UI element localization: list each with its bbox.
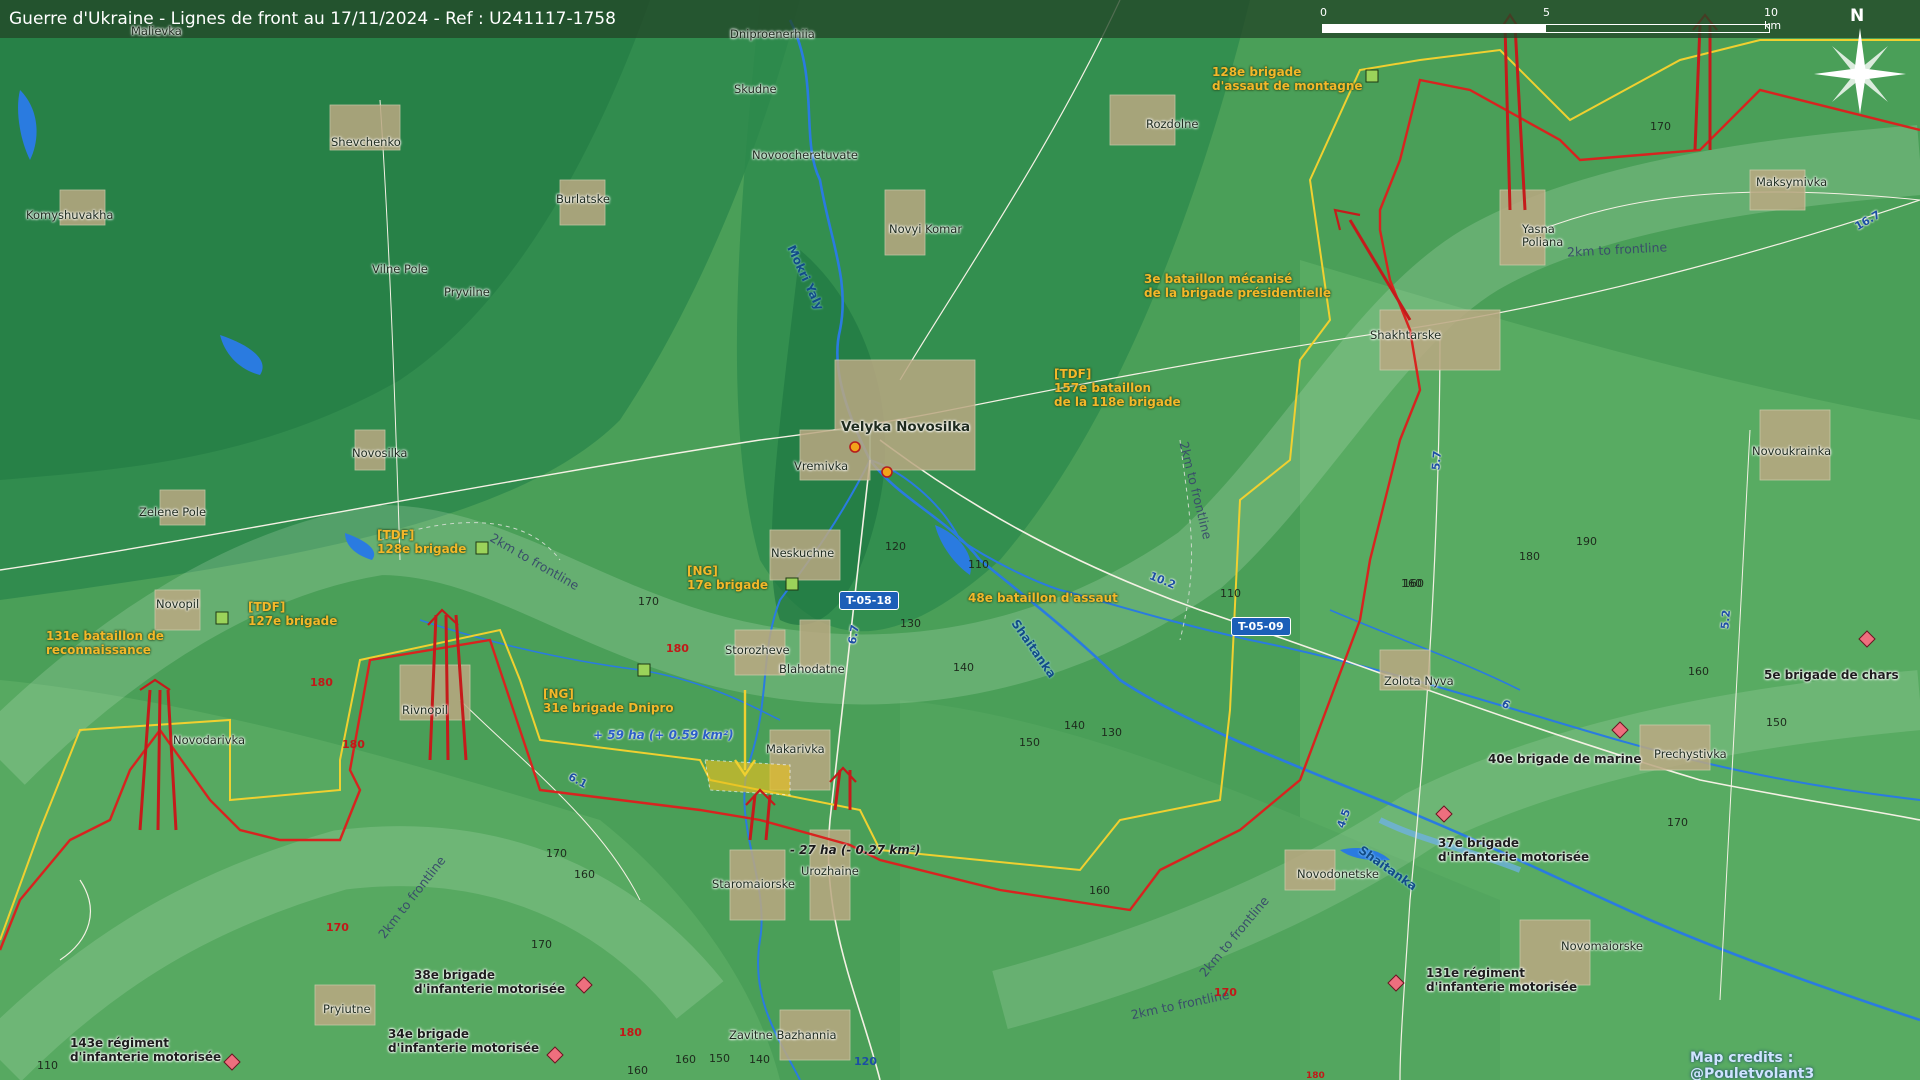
alt-label-red: 180 [619, 1026, 642, 1039]
alt-label: 160 [675, 1053, 696, 1066]
town-rivnopil: Rivnopil [402, 703, 449, 717]
unit-17e-brigade-ng[interactable]: [NG] 17e brigade [687, 564, 768, 592]
road-shield-t0509: T-05-09 [1231, 617, 1291, 636]
town-novopil: Novopil [156, 597, 200, 611]
unit-3e-bataillon-mecanise[interactable]: 3e bataillon mécanisé de la brigade prés… [1144, 272, 1331, 300]
town-zelene-pole: Zelene Pole [139, 505, 207, 519]
alt-label: 150 [1019, 736, 1040, 749]
alt-label: 110 [37, 1059, 58, 1072]
town-neskuchne: Neskuchne [771, 546, 835, 560]
town-vilne-pole: Vilne Pole [372, 262, 428, 276]
unit-128-assaut-montagne[interactable]: 128e brigade d'assaut de montagne [1212, 65, 1363, 93]
town-novomaiorske: Novomaiorske [1561, 939, 1644, 953]
town-shakhtarske: Shakhtarske [1370, 328, 1442, 342]
unit-5e-brigade-chars[interactable]: 5e brigade de chars [1764, 668, 1899, 682]
alt-label: 170 [1667, 816, 1688, 829]
town-zolota-nyva: Zolota Nyva [1384, 674, 1454, 688]
alt-label: 180 [1519, 550, 1540, 563]
alt-label: 120 [885, 540, 906, 553]
loss-label: - 27 ha (- 0.27 km²) [790, 843, 921, 857]
town-yasna-poliana: Yasna Poliana [1522, 222, 1564, 249]
town-dniproenerhiia: Dniproenerhiia [730, 27, 815, 41]
alt-label-red: 180 [342, 738, 365, 751]
town-velyka-novosilka[interactable]: Velyka Novosilka [841, 419, 970, 435]
alt-label: 140 [953, 661, 974, 674]
town-urozhaine: Urozhaine [801, 864, 859, 878]
town-rozdolne: Rozdolne [1146, 117, 1199, 131]
unit-127e-brigade-tdf[interactable]: [TDF] 127e brigade [248, 600, 337, 628]
alt-label: 110 [968, 558, 989, 571]
road-5-2: 5.2 [1718, 609, 1734, 630]
town-zavitne-bazhannia: Zavitne Bazhannia [729, 1028, 837, 1042]
town-novoukrainka: Novoukrainka [1752, 444, 1832, 458]
scale-tick-0: 0 [1320, 6, 1327, 19]
unit-37e-brigade[interactable]: 37e brigade d'infanterie motorisée [1438, 836, 1589, 864]
unit-40e-brigade-marine[interactable]: 40e brigade de marine [1488, 752, 1641, 766]
alt-label: 170 [546, 847, 567, 860]
alt-label: 140 [749, 1053, 770, 1066]
unit-128e-brigade-tdf[interactable]: [TDF] 128e brigade [377, 528, 466, 556]
road-shield-t0518: T-05-18 [839, 591, 899, 610]
alt-label: 150 [1766, 716, 1787, 729]
unit-34e-brigade[interactable]: 34e brigade d'infanterie motorisée [388, 1027, 539, 1055]
unit-48e-bataillon-assaut[interactable]: 48e bataillon d'assaut [968, 591, 1118, 605]
town-novosilka: Novosilka [352, 446, 408, 460]
town-staromaiorske: Staromaiorske [712, 877, 795, 891]
town-malievka: Malievka [131, 24, 182, 38]
unit-157e-bataillon[interactable]: [TDF] 157e bataillon de la 118e brigade [1054, 367, 1181, 409]
compass-rose: N [1810, 6, 1910, 116]
unit-31e-brigade-dnipro[interactable]: [NG] 31e brigade Dnipro [543, 687, 674, 715]
town-prechystivka: Prechystivka [1654, 747, 1727, 761]
town-makarivka: Makarivka [766, 742, 825, 756]
alt-label: 130 [900, 617, 921, 630]
scale-tick-5: 5 [1543, 6, 1550, 19]
alt-label: 160 [574, 868, 595, 881]
town-storozheve: Storozheve [725, 643, 790, 657]
alt-label: 120 [854, 1055, 877, 1068]
alt-label: 110 [1220, 587, 1241, 600]
alt-label: 140 [1064, 719, 1085, 732]
map-canvas[interactable]: Guerre d'Ukraine - Lignes de front au 17… [0, 0, 1920, 1080]
scale-bar: 0 5 10 km [1320, 6, 1781, 36]
town-maksymivka: Maksymivka [1756, 175, 1828, 189]
alt-label: 160 [627, 1064, 648, 1077]
alt-label: 130 [1101, 726, 1122, 739]
alt-label: 170 [531, 938, 552, 951]
alt-label: 160 [1401, 577, 1422, 590]
unit-131e-bataillon-reconnaissance[interactable]: 131e bataillon de reconnaissance [46, 629, 164, 657]
alt-label: 150 [709, 1052, 730, 1065]
alt-label-red: 180 [310, 676, 333, 689]
alt-label: 160 [1688, 665, 1709, 678]
town-pryvilne: Pryvilne [444, 285, 490, 299]
town-novoocheretuvate: Novoocheretuvate [752, 148, 858, 162]
unit-38e-brigade[interactable]: 38e brigade d'infanterie motorisée [414, 968, 565, 996]
town-blahodatne: Blahodatne [779, 662, 845, 676]
town-novodarivka: Novodarivka [173, 733, 246, 747]
town-burlatske: Burlatske [556, 192, 610, 206]
scale-tick-10: 10 km [1764, 6, 1782, 32]
town-skudne: Skudne [734, 82, 777, 96]
alt-label-red: 170 [326, 921, 349, 934]
town-novyi-komar: Novyi Komar [889, 222, 963, 236]
alt-label: 170 [1650, 120, 1671, 133]
unit-143e-regiment[interactable]: 143e régiment d'infanterie motorisée [70, 1036, 221, 1064]
unit-131e-regiment[interactable]: 131e régiment d'infanterie motorisée [1426, 966, 1577, 994]
alt-label-red: 180 [666, 642, 689, 655]
town-vremivka: Vremivka [794, 459, 849, 473]
road-5-7: 5.7 [1429, 450, 1445, 471]
scale-segment [1322, 24, 1546, 33]
terrain-layer [0, 0, 1920, 1080]
gain-label: + 59 ha (+ 0.59 km²) [593, 728, 734, 742]
town-shevchenko: Shevchenko [331, 135, 401, 149]
alt-label-red: 180 [1306, 1071, 1325, 1080]
north-label: N [1850, 6, 1865, 26]
alt-label: 170 [638, 595, 659, 608]
town-pryiutne: Pryiutne [323, 1002, 371, 1016]
alt-label-red: 170 [1214, 986, 1237, 999]
alt-label: 160 [1089, 884, 1110, 897]
map-credits[interactable]: Map credits : @Pouletvolant3 [1690, 1050, 1920, 1080]
alt-label: 190 [1576, 535, 1597, 548]
town-komyshuvakha: Komyshuvakha [26, 208, 114, 222]
town-novodonetske: Novodonetske [1297, 867, 1380, 881]
